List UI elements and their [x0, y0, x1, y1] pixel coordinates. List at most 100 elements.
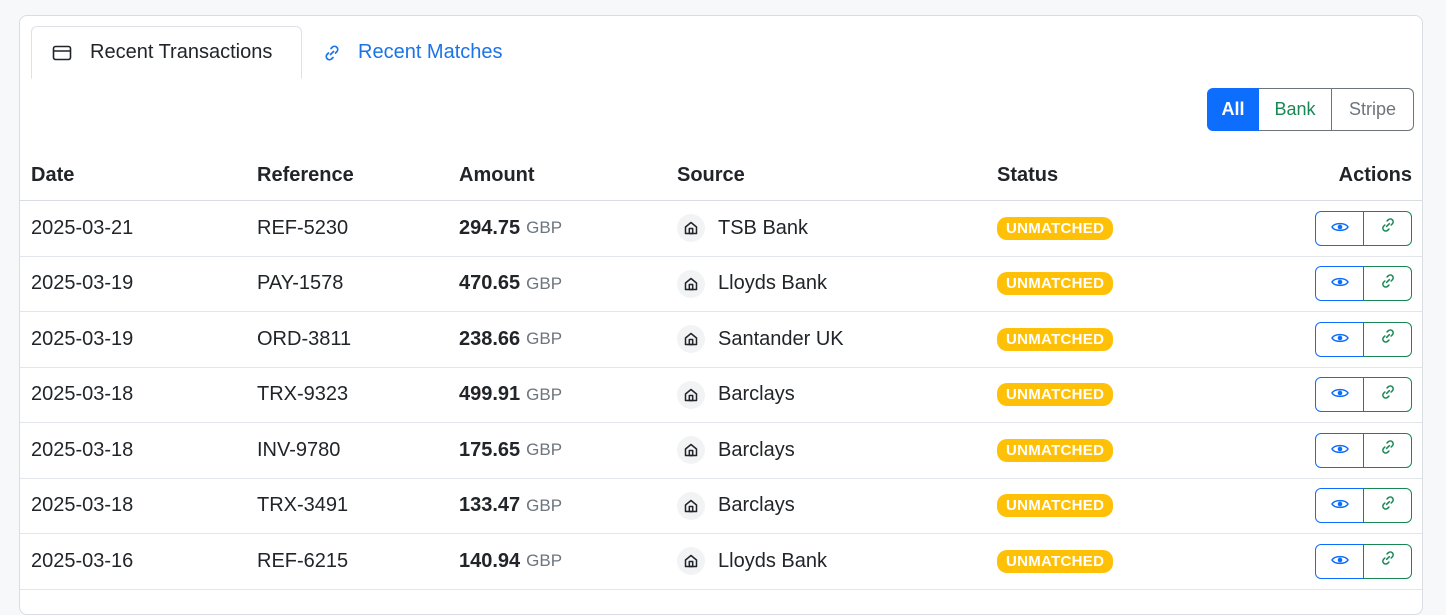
view-button[interactable] [1315, 377, 1364, 413]
table-row[interactable]: 2025-03-18 TRX-3491 133.47 GBP Barclays … [20, 479, 1422, 534]
source-cell: Lloyds Bank [677, 534, 827, 589]
view-button[interactable] [1315, 321, 1364, 357]
reference-cell: PAY-1578 [257, 272, 344, 295]
status-cell: UNMATCHED [997, 534, 1114, 589]
bank-icon [677, 214, 705, 243]
actions-cell [1315, 368, 1412, 423]
amount-value: 175.65 [459, 438, 521, 461]
table-row[interactable]: 2025-03-21 REF-5230 294.75 GBP TSB Bank … [20, 201, 1422, 257]
eye-icon [1330, 550, 1349, 573]
tab-recent-matches[interactable]: Recent Matches [320, 26, 540, 79]
view-button[interactable] [1315, 266, 1364, 302]
action-button-group [1315, 210, 1412, 246]
table-row[interactable]: 2025-03-18 INV-9780 175.65 GBP Barclays … [20, 423, 1422, 479]
match-link-button[interactable] [1363, 321, 1412, 357]
actions-cell [1315, 201, 1412, 256]
date-cell: 2025-03-18 [31, 383, 134, 406]
status-cell: UNMATCHED [997, 423, 1114, 478]
date-cell: 2025-03-16 [31, 549, 134, 572]
match-link-button[interactable] [1363, 210, 1412, 246]
bank-icon [677, 547, 705, 576]
match-link-button[interactable] [1363, 266, 1412, 302]
status-badge: UNMATCHED [997, 549, 1114, 573]
header-date[interactable]: Date [31, 164, 74, 187]
action-button-group [1315, 543, 1412, 579]
source-filter-group: All Bank Stripe [1207, 88, 1414, 131]
reference-cell: TRX-9323 [257, 383, 349, 406]
table-row[interactable]: 2025-03-18 TRX-9323 499.91 GBP Barclays … [20, 368, 1422, 423]
tab-label: Recent Matches [358, 41, 503, 63]
actions-cell [1315, 479, 1412, 534]
status-badge: UNMATCHED [997, 327, 1114, 351]
action-button-group [1315, 432, 1412, 468]
source-cell: Lloyds Bank [677, 257, 827, 312]
view-button[interactable] [1315, 488, 1364, 524]
bank-icon [677, 491, 705, 520]
amount-cell: 140.94 GBP [459, 534, 562, 589]
eye-icon [1330, 439, 1349, 462]
status-cell: UNMATCHED [997, 312, 1114, 367]
reference-cell: TRX-3491 [257, 494, 349, 517]
currency-label: GBP [526, 495, 563, 515]
header-amount[interactable]: Amount [459, 164, 535, 187]
table-row[interactable]: 2025-03-19 PAY-1578 470.65 GBP Lloyds Ba… [20, 257, 1422, 312]
status-cell: UNMATCHED [997, 201, 1114, 256]
view-button[interactable] [1315, 432, 1364, 468]
source-name: TSB Bank [718, 216, 809, 239]
match-link-button[interactable] [1363, 432, 1412, 468]
amount-value: 133.47 [459, 494, 521, 517]
reference-cell: ORD-3811 [257, 327, 352, 350]
currency-label: GBP [526, 218, 563, 238]
header-source[interactable]: Source [677, 164, 745, 187]
date-cell: 2025-03-19 [31, 327, 134, 350]
reference-cell: INV-9780 [257, 438, 341, 461]
filter-all-button[interactable]: All [1207, 88, 1259, 131]
amount-cell: 175.65 GBP [459, 423, 562, 478]
source-name: Barclays [718, 438, 795, 461]
amount-value: 499.91 [459, 383, 521, 406]
table-row[interactable]: 2025-03-16 REF-6215 140.94 GBP Lloyds Ba… [20, 534, 1422, 590]
tab-recent-transactions[interactable]: Recent Transactions [31, 26, 302, 79]
bank-icon [677, 380, 705, 409]
match-link-button[interactable] [1363, 543, 1412, 579]
credit-card-icon [52, 43, 72, 63]
match-link-button[interactable] [1363, 488, 1412, 524]
header-status[interactable]: Status [997, 164, 1058, 187]
link-icon [1379, 549, 1397, 573]
source-name: Santander UK [718, 327, 844, 350]
view-button[interactable] [1315, 543, 1364, 579]
tab-bar: Recent Transactions Recent Matches [20, 16, 1422, 79]
source-cell: Santander UK [677, 312, 844, 367]
bank-icon [677, 436, 705, 465]
header-actions: Actions [1338, 164, 1412, 186]
actions-cell [1315, 423, 1412, 478]
status-badge: UNMATCHED [997, 438, 1114, 462]
view-button[interactable] [1315, 210, 1364, 246]
link-icon [1379, 216, 1397, 240]
header-reference[interactable]: Reference [257, 164, 354, 187]
actions-cell [1315, 534, 1412, 589]
source-cell: Barclays [677, 368, 795, 423]
currency-label: GBP [526, 384, 563, 404]
action-button-group [1315, 266, 1412, 302]
currency-label: GBP [526, 440, 563, 460]
action-button-group [1315, 377, 1412, 413]
link-icon [1379, 327, 1397, 351]
link-icon [1379, 494, 1397, 518]
link-icon [1379, 383, 1397, 407]
status-badge: UNMATCHED [997, 494, 1114, 518]
table-row[interactable]: 2025-03-19 ORD-3811 238.66 GBP Santander… [20, 312, 1422, 368]
table-body: 2025-03-21 REF-5230 294.75 GBP TSB Bank … [20, 201, 1422, 590]
filter-stripe-button[interactable]: Stripe [1332, 88, 1414, 131]
date-cell: 2025-03-18 [31, 494, 134, 517]
eye-icon [1330, 272, 1349, 295]
eye-icon [1330, 328, 1349, 351]
match-link-button[interactable] [1363, 377, 1412, 413]
source-name: Lloyds Bank [718, 549, 827, 572]
bank-icon [677, 269, 705, 298]
amount-value: 140.94 [459, 549, 521, 572]
status-cell: UNMATCHED [997, 479, 1114, 534]
source-cell: Barclays [677, 479, 795, 534]
filter-bank-button[interactable]: Bank [1259, 88, 1332, 131]
amount-value: 470.65 [459, 272, 521, 295]
